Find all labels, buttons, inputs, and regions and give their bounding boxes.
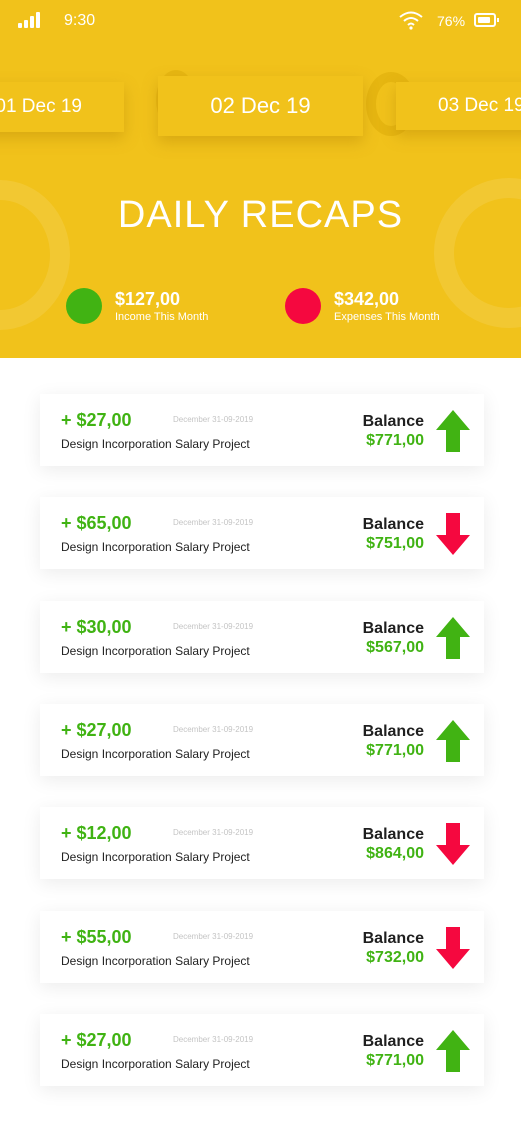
balance-value: $771,00 (366, 742, 424, 759)
balance-label: Balance (362, 620, 424, 637)
transaction-card[interactable]: + $27,00 December 31-09-2019 Design Incorp… (40, 704, 484, 776)
battery-icon (474, 13, 499, 27)
battery-percent: 76% (437, 13, 466, 29)
transaction-date: December 31-09-2019 (173, 725, 254, 734)
transaction-amount: + $27,00 (61, 410, 132, 430)
balance-value: $864,00 (366, 845, 424, 862)
transaction-amount: + $27,00 (61, 720, 132, 740)
status-bar: 9:30 76% (0, 0, 521, 40)
transaction-description: Design Incorporation Salary Project (61, 644, 250, 658)
transaction-amount: + $30,00 (61, 617, 132, 637)
balance-label: Balance (362, 826, 424, 843)
balance-label: Balance (362, 413, 424, 430)
transaction-amount: + $12,00 (61, 823, 132, 843)
date-tab-current[interactable]: 02 Dec 19 (158, 76, 363, 136)
expense-summary: $342,00 Expenses This Month (285, 288, 440, 324)
transaction-date: December 31-09-2019 (173, 518, 254, 527)
recap-header: 9:30 76% 01 Dec 19 03 Dec 19 02 Dec 19 D… (0, 0, 521, 358)
transaction-description: Design Incorporation Salary Project (61, 747, 250, 761)
balance-value: $567,00 (366, 639, 424, 656)
transaction-description: Design Incorporation Salary Project (61, 540, 250, 554)
income-dot-icon (66, 288, 102, 324)
income-amount: $127,00 (115, 288, 181, 309)
arrow-down-icon (436, 823, 470, 865)
income-summary: $127,00 Income This Month (66, 288, 208, 324)
transaction-card[interactable]: + $27,00 December 31-09-2019 Design Incorp… (40, 1014, 484, 1086)
transaction-amount: + $27,00 (61, 1030, 132, 1050)
arrow-up-icon (436, 410, 470, 452)
expense-dot-icon (285, 288, 321, 324)
transaction-description: Design Incorporation Salary Project (61, 954, 250, 968)
transaction-date: December 31-09-2019 (173, 622, 254, 631)
transaction-card[interactable]: + $12,00 December 31-09-2019 Design Incorp… (40, 807, 484, 879)
wifi-icon (399, 11, 423, 30)
arrow-down-icon (436, 927, 470, 969)
arrow-up-icon (436, 1030, 470, 1072)
page-title: DAILY RECAPS (117, 194, 404, 236)
transaction-card[interactable]: + $65,00 December 31-09-2019 Design Incorp… (40, 497, 484, 569)
transaction-card[interactable]: + $30,00 December 31-09-2019 Design Incorp… (40, 601, 484, 673)
transaction-card[interactable]: + $27,00 December 31-09-2019 Design Incorp… (40, 394, 484, 466)
balance-label: Balance (362, 930, 424, 947)
balance-label: Balance (362, 516, 424, 533)
balance-label: Balance (362, 723, 424, 740)
balance-value: $732,00 (366, 949, 424, 966)
transaction-description: Design Incorporation Salary Project (61, 850, 250, 864)
balance-label: Balance (362, 1033, 424, 1050)
arrow-up-icon (436, 720, 470, 762)
arrow-up-icon (436, 617, 470, 659)
balance-value: $771,00 (366, 1052, 424, 1069)
transaction-date: December 31-09-2019 (173, 828, 254, 837)
signal-icon (18, 12, 44, 28)
date-tab-next[interactable]: 03 Dec 19 (396, 82, 521, 130)
transaction-date: December 31-09-2019 (173, 415, 254, 424)
income-label: Income This Month (115, 310, 209, 323)
arrow-down-icon (436, 513, 470, 555)
balance-value: $771,00 (366, 432, 424, 449)
expense-label: Expenses This Month (334, 310, 440, 323)
balance-value: $751,00 (366, 535, 424, 552)
transaction-amount: + $65,00 (61, 513, 132, 533)
date-tab-previous[interactable]: 01 Dec 19 (0, 82, 124, 132)
transaction-amount: + $55,00 (61, 927, 132, 947)
transaction-description: Design Incorporation Salary Project (61, 437, 250, 451)
transaction-date: December 31-09-2019 (173, 1035, 254, 1044)
status-time: 9:30 (64, 12, 96, 29)
transaction-description: Design Incorporation Salary Project (61, 1057, 250, 1071)
transaction-date: December 31-09-2019 (173, 932, 254, 941)
transaction-card[interactable]: + $55,00 December 31-09-2019 Design Incorp… (40, 911, 484, 983)
expense-amount: $342,00 (334, 288, 400, 309)
